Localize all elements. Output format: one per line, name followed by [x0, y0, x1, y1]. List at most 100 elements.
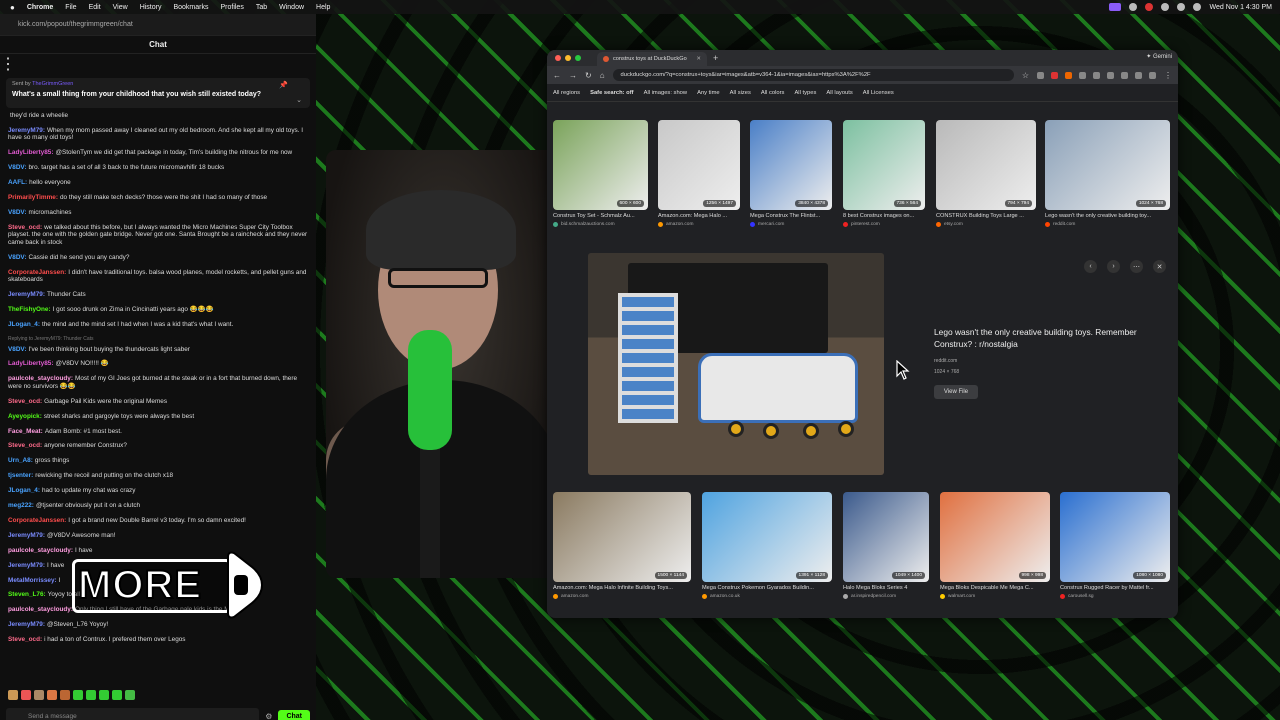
menu-window[interactable]: Window: [279, 4, 304, 11]
emote-icon[interactable]: [47, 690, 57, 700]
extension-icon[interactable]: [1121, 71, 1128, 79]
chat-username[interactable]: JLogan_4:: [8, 487, 40, 494]
next-icon[interactable]: ›: [1107, 260, 1120, 273]
extension-icon[interactable]: [1093, 71, 1100, 79]
chat-username[interactable]: CorporateJanssen:: [8, 269, 66, 276]
apple-icon[interactable]: ●: [10, 3, 15, 12]
image-thumbnail[interactable]: 3840 × 4378: [750, 120, 832, 210]
bookmark-star-icon[interactable]: ☆: [1022, 71, 1029, 80]
chat-username[interactable]: JeremyM79:: [8, 562, 45, 569]
preview-source[interactable]: reddit.com: [934, 358, 957, 364]
chat-username[interactable]: LadyLiberty85:: [8, 360, 53, 367]
image-thumbnail[interactable]: 1500 × 1144: [553, 492, 691, 582]
chat-menu-icon[interactable]: ⋮: [0, 54, 316, 74]
chat-username[interactable]: Steven_L76:: [8, 591, 46, 598]
image-thumbnail[interactable]: 1391 × 1128: [702, 492, 832, 582]
image-result[interactable]: 1391 × 1128 Mega Construx Pokemon Gyarado…: [702, 492, 832, 599]
home-icon[interactable]: ⌂: [600, 71, 605, 80]
chat-username[interactable]: TheFishyOne:: [8, 306, 51, 313]
extension-icon[interactable]: [1051, 71, 1058, 79]
image-thumbnail[interactable]: 1049 × 1400: [843, 492, 929, 582]
minimize-window-button[interactable]: [565, 55, 571, 61]
emote-icon[interactable]: [8, 690, 18, 700]
forward-icon[interactable]: →: [569, 71, 577, 80]
screen-record-icon[interactable]: [1109, 3, 1122, 11]
chat-username[interactable]: LadyLiberty85:: [8, 149, 53, 156]
chat-username[interactable]: PrimarilyTimme:: [8, 194, 58, 201]
image-thumbnail[interactable]: 998 × 998: [940, 492, 1050, 582]
chat-username[interactable]: JeremyM79:: [8, 291, 45, 298]
close-window-button[interactable]: [555, 55, 561, 61]
chat-username[interactable]: Steve_ocd:: [8, 636, 42, 643]
image-source[interactable]: carousell.sg: [1060, 594, 1170, 599]
chat-username[interactable]: Steve_ocd:: [8, 442, 42, 449]
chat-username[interactable]: JLogan_4:: [8, 321, 40, 328]
extension-icon[interactable]: [1107, 71, 1114, 79]
image-caption[interactable]: Amazon.com: Mega Halo Infinite Building …: [553, 585, 691, 591]
pinned-message[interactable]: Sent by TheGrimmGreen What's a small thi…: [6, 78, 310, 108]
extension-icon[interactable]: [1079, 71, 1086, 79]
emote-icon[interactable]: [21, 690, 31, 700]
chat-url-bar[interactable]: kick.com/popout/thegrimmgreen/chat: [0, 14, 316, 36]
extension-icon[interactable]: [1135, 71, 1142, 79]
chat-send-button[interactable]: Chat: [278, 709, 310, 720]
chat-username[interactable]: AAFL:: [8, 179, 27, 186]
filter-safe-search[interactable]: Safe search: off: [590, 90, 634, 96]
image-caption[interactable]: Construx Rugged Racer by Mattel fr...: [1060, 585, 1170, 591]
chat-username[interactable]: JeremyM79:: [8, 127, 45, 134]
image-source[interactable]: reddit.com: [1045, 222, 1170, 227]
chat-username[interactable]: JeremyM79:: [8, 621, 45, 628]
image-result[interactable]: 794 × 794 CONSTRUX Building Toys Large ..…: [936, 120, 1036, 227]
image-result[interactable]: 1256 × 1497 Amazon.com: Mega Halo ... amaz…: [658, 120, 740, 227]
chat-username[interactable]: Urn_A8:: [8, 457, 33, 464]
image-source[interactable]: ar.inspiredpencil.com: [843, 594, 929, 599]
image-thumbnail[interactable]: 1256 × 1497: [658, 120, 740, 210]
wifi-icon[interactable]: [1161, 3, 1170, 11]
menu-bookmarks[interactable]: Bookmarks: [173, 4, 208, 11]
pin-icon[interactable]: 📌: [279, 81, 288, 89]
chat-username[interactable]: Ayeyopick:: [8, 413, 42, 420]
chrome-menu-icon[interactable]: ⋮: [1164, 71, 1172, 80]
image-caption[interactable]: Construx Toy Set - Schmalz Au...: [553, 213, 648, 219]
emote-icon[interactable]: [99, 690, 109, 700]
menu-edit[interactable]: Edit: [89, 4, 101, 11]
chat-username[interactable]: Face_Meat:: [8, 428, 43, 435]
chat-username[interactable]: MetalMorrissey:: [8, 577, 57, 584]
image-thumbnail[interactable]: 736 × 564: [843, 120, 925, 210]
image-thumbnail[interactable]: 1024 × 768: [1045, 120, 1170, 210]
filter-images[interactable]: All images: show: [644, 90, 688, 96]
reload-icon[interactable]: ↻: [585, 71, 592, 80]
image-result[interactable]: 998 × 998 Mega Bloks Despicable Me Mega C…: [940, 492, 1050, 599]
address-bar[interactable]: duckduckgo.com/?q=construx+toys&iar=imag…: [612, 69, 1014, 81]
menu-tab[interactable]: Tab: [256, 4, 267, 11]
chat-username[interactable]: V8DV:: [8, 164, 26, 171]
chat-username[interactable]: meg222:: [8, 502, 34, 509]
image-source[interactable]: amazon.com: [658, 222, 740, 227]
more-options-icon[interactable]: ⋯: [1130, 260, 1143, 273]
image-preview[interactable]: [588, 253, 884, 475]
menu-profiles[interactable]: Profiles: [220, 4, 243, 11]
menubar-clock[interactable]: Wed Nov 1 4:30 PM: [1209, 4, 1272, 11]
image-thumbnail[interactable]: 794 × 794: [936, 120, 1036, 210]
image-caption[interactable]: Lego wasn't the only creative building t…: [1045, 213, 1170, 219]
menu-file[interactable]: File: [65, 4, 76, 11]
chat-message-input[interactable]: Send a message: [6, 708, 260, 720]
image-result[interactable]: 1080 × 1080 Construx Rugged Racer by Matt…: [1060, 492, 1170, 599]
image-result[interactable]: 1024 × 768 Lego wasn't the only creative …: [1045, 120, 1170, 227]
extension-icon[interactable]: [1065, 71, 1072, 79]
chat-username[interactable]: paulcole_staycloudy:: [8, 606, 73, 613]
chat-username[interactable]: tjsenter:: [8, 472, 33, 479]
chat-username[interactable]: JeremyM79:: [8, 532, 45, 539]
chat-username[interactable]: V8DV:: [8, 254, 26, 261]
image-source[interactable]: walmart.com: [940, 594, 1050, 599]
image-thumbnail[interactable]: 1080 × 1080: [1060, 492, 1170, 582]
image-source[interactable]: etsy.com: [936, 222, 1036, 227]
image-caption[interactable]: Mega Construx Pokemon Gyarados Buildin..…: [702, 585, 832, 591]
image-result[interactable]: 736 × 564 8 best Construx images on... pin…: [843, 120, 925, 227]
image-caption[interactable]: Mega Bloks Despicable Me Mega C...: [940, 585, 1050, 591]
image-caption[interactable]: Amazon.com: Mega Halo ...: [658, 213, 740, 219]
battery-icon[interactable]: [1177, 3, 1186, 11]
emote-icon[interactable]: [125, 690, 135, 700]
chat-username[interactable]: Steve_ocd:: [8, 398, 42, 405]
emote-icon[interactable]: [34, 690, 44, 700]
